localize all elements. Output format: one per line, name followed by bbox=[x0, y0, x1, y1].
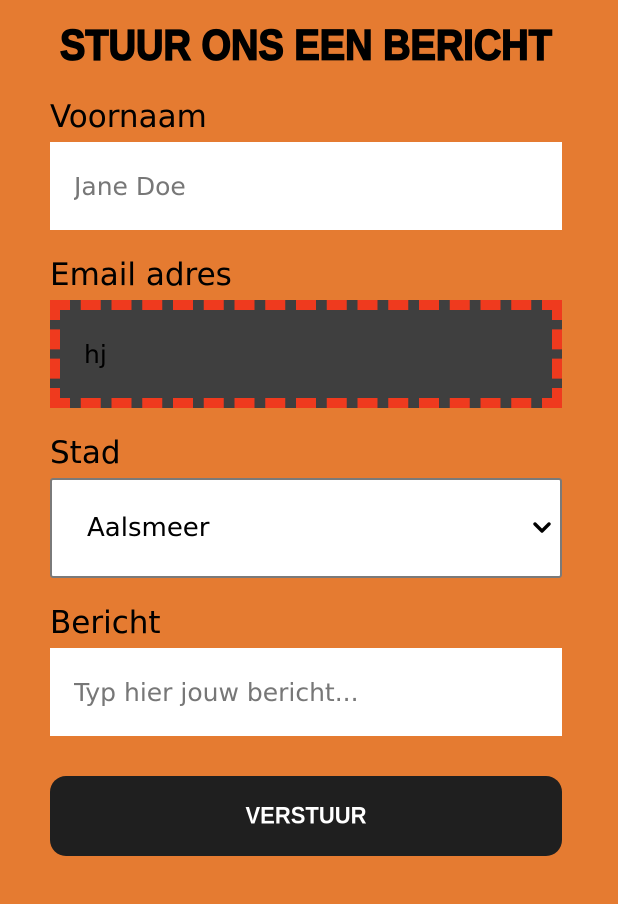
form-title: Stuur ons een bericht bbox=[59, 22, 552, 71]
bericht-input[interactable] bbox=[50, 648, 562, 736]
email-input[interactable] bbox=[60, 310, 552, 398]
stad-select[interactable]: Aalsmeer bbox=[52, 480, 560, 576]
submit-button-label: Verstuur bbox=[245, 801, 367, 830]
bericht-label: Bericht bbox=[50, 605, 161, 641]
email-field-invalid-wrapper bbox=[50, 300, 562, 408]
stad-label: Stad bbox=[50, 435, 121, 471]
voornaam-input[interactable] bbox=[50, 142, 562, 230]
email-label: Email adres bbox=[50, 257, 232, 293]
submit-button[interactable]: Verstuur bbox=[50, 776, 562, 856]
voornaam-label: Voornaam bbox=[50, 99, 207, 135]
stad-select-wrapper: Aalsmeer bbox=[50, 478, 562, 578]
